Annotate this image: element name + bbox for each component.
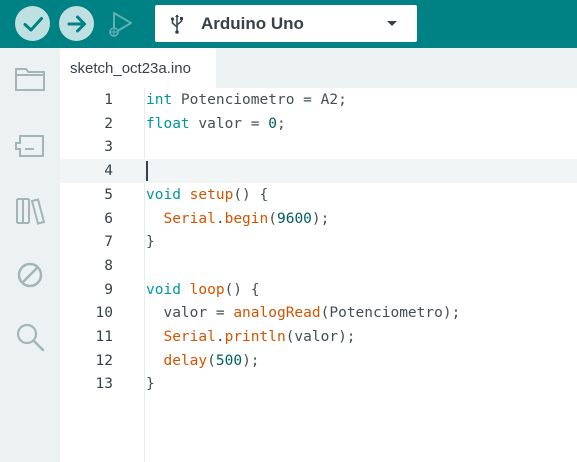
board-manager-icon[interactable] (14, 128, 46, 160)
code-line[interactable]: 11 Serial.println(valor); (60, 325, 577, 349)
toolbar: Arduino Uno (0, 0, 577, 48)
code-token: float (146, 115, 190, 132)
code-line[interactable]: 8 (60, 254, 577, 278)
check-icon (23, 16, 43, 31)
code-token: } (146, 234, 155, 251)
code-token: Potenciometro = A2; (172, 92, 347, 108)
line-number: 1 (104, 92, 113, 108)
code-line[interactable]: 2 float valor = 0; (60, 112, 577, 136)
code-text: Serial.println(valor); (146, 325, 356, 349)
code-line[interactable]: 12 delay(500); (60, 349, 577, 373)
line-number: 4 (104, 163, 113, 180)
code-text: } (146, 372, 155, 396)
upload-button[interactable] (59, 6, 94, 41)
text-cursor (146, 161, 148, 182)
line-number: 6 (104, 210, 113, 227)
board-selector[interactable]: Arduino Uno (155, 5, 417, 42)
tab-label: sketch_oct23a.ino (70, 60, 191, 77)
code-token: Serial (163, 210, 216, 227)
code-token: int (146, 92, 173, 108)
search-icon[interactable] (14, 321, 46, 353)
code-token: println (224, 329, 286, 345)
code-line[interactable]: 5 void setup() { (60, 183, 577, 207)
line-number: 12 (95, 352, 113, 369)
code-line[interactable]: 9 void loop() { (60, 278, 577, 302)
code-token: () { (233, 186, 269, 203)
code-token: ( (207, 352, 216, 369)
line-number: 3 (104, 139, 113, 156)
code-token: ; (276, 115, 286, 132)
code-token: Serial (163, 329, 216, 345)
code-token: () { (224, 281, 260, 298)
code-token: . (215, 329, 225, 345)
code-line[interactable]: 10 valor = analogRead(Potenciometro); (60, 301, 577, 325)
code-token: 9600 (276, 210, 312, 227)
code-token: (valor); (285, 329, 356, 345)
verify-button[interactable] (15, 6, 50, 41)
debug-disabled-icon[interactable] (14, 259, 46, 291)
code-text: Serial.begin(9600); (146, 207, 329, 231)
line-number: 8 (104, 257, 113, 274)
code-text: int Potenciometro = A2; (146, 88, 347, 112)
code-token: void (146, 186, 181, 203)
code-token: valor = (146, 305, 234, 322)
code-line[interactable]: 4 (60, 159, 577, 184)
line-number: 13 (95, 376, 113, 393)
code-token: valor = (189, 115, 269, 132)
code-token: ( (268, 210, 277, 227)
code-token: loop (189, 281, 225, 298)
code-token: . (215, 210, 225, 227)
code-token: 500 (215, 352, 243, 369)
code-text: valor = analogRead(Potenciometro); (146, 301, 460, 325)
code-token: begin (224, 210, 269, 227)
code-text: void loop() { (146, 278, 260, 302)
code-token: void (146, 281, 181, 298)
line-number: 11 (95, 329, 113, 345)
debug-button[interactable] (103, 6, 138, 41)
code-token: 0 (268, 115, 277, 132)
code-line[interactable]: 13} (60, 372, 577, 396)
code-line[interactable]: 6 Serial.begin(9600); (60, 207, 577, 231)
library-icon[interactable] (14, 194, 46, 226)
code-token: (Potenciometro); (320, 305, 461, 322)
code-text: float valor = 0; (146, 112, 286, 136)
code-line[interactable]: 3 (60, 135, 577, 159)
line-number: 10 (95, 305, 113, 322)
code-token: ); (311, 210, 330, 227)
line-number: 2 (104, 115, 113, 132)
debug-play-icon (108, 11, 132, 37)
usb-icon (170, 14, 183, 34)
code-text: delay(500); (146, 349, 260, 373)
board-name: Arduino Uno (201, 14, 304, 33)
code-line[interactable]: 7} (60, 230, 577, 254)
code-text: void setup() { (146, 183, 268, 207)
line-number: 9 (104, 281, 113, 298)
folder-icon[interactable] (14, 62, 46, 94)
caret-down-icon[interactable] (385, 5, 399, 42)
line-number: 7 (104, 234, 113, 251)
sidebar (0, 48, 60, 462)
code-editor[interactable]: 1 int Potenciometro = A2; 2 float valor = 0… (60, 88, 577, 462)
code-token: analogRead (233, 305, 321, 322)
code-line[interactable]: 1 int Potenciometro = A2; (60, 88, 577, 112)
arrow-right-icon (67, 15, 86, 32)
tab-sketch[interactable]: sketch_oct23a.ino (60, 48, 216, 88)
code-token: } (146, 376, 155, 393)
code-token: ); (242, 352, 260, 369)
line-number: 5 (104, 186, 113, 203)
code-text: } (146, 230, 155, 254)
tab-bar: sketch_oct23a.ino (60, 48, 577, 88)
code-token: delay (163, 352, 208, 369)
code-token: setup (189, 186, 234, 203)
